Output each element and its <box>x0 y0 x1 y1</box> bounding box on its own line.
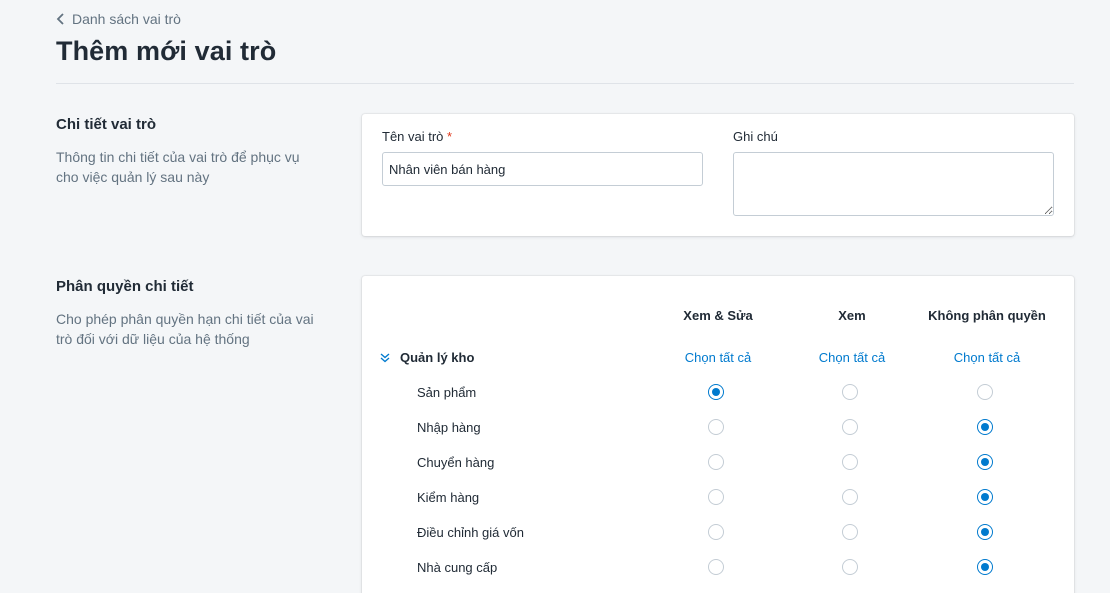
breadcrumb-back-link[interactable]: Danh sách vai trò <box>72 11 181 27</box>
radio-view[interactable] <box>842 559 858 575</box>
radio-view[interactable] <box>842 419 858 435</box>
column-header-no-permission: Không phân quyền <box>928 308 1046 323</box>
group-row-inventory[interactable]: Quản lý kho <box>380 350 474 365</box>
select-all-view-edit[interactable]: Chọn tất cả <box>648 350 788 365</box>
radio-no-permission[interactable] <box>977 524 993 540</box>
radio-view-edit[interactable] <box>708 524 724 540</box>
radio-view-edit[interactable] <box>708 454 724 470</box>
radio-no-permission[interactable] <box>977 419 993 435</box>
permissions-card: Xem & Sửa Xem Không phân quyền Quản lý k… <box>362 276 1074 593</box>
radio-view-edit[interactable] <box>708 559 724 575</box>
double-chevron-down-icon[interactable] <box>380 352 390 363</box>
details-section-title: Chi tiết vai trò <box>56 116 157 133</box>
details-section-description: Thông tin chi tiết của vai trò để phục v… <box>56 149 300 185</box>
radio-view-edit[interactable] <box>708 384 724 400</box>
page-title: Thêm mới vai trò <box>56 36 277 66</box>
breadcrumb[interactable]: Danh sách vai trò <box>56 11 181 27</box>
radio-view[interactable] <box>842 384 858 400</box>
radio-no-permission[interactable] <box>977 384 993 400</box>
permission-row-label: Kiểm hàng <box>417 490 480 505</box>
permission-row-label: Chuyển hàng <box>417 455 495 470</box>
permissions-section-title: Phân quyền chi tiết <box>56 278 194 295</box>
role-name-label-text: Tên vai trò <box>382 129 444 144</box>
permission-row-label: Sản phẩm <box>417 385 477 400</box>
radio-view-edit[interactable] <box>708 489 724 505</box>
permission-row-label: Điều chỉnh giá vốn <box>417 525 524 540</box>
role-name-label: Tên vai trò * <box>382 129 452 144</box>
column-header-view: Xem <box>838 308 866 323</box>
radio-no-permission[interactable] <box>977 559 993 575</box>
select-all-no-permission[interactable]: Chọn tất cả <box>917 350 1057 365</box>
radio-view[interactable] <box>842 524 858 540</box>
radio-no-permission[interactable] <box>977 489 993 505</box>
details-card: Tên vai trò * Ghi chú <box>362 114 1074 236</box>
column-header-view-edit: Xem & Sửa <box>683 308 753 323</box>
divider <box>56 83 1074 84</box>
group-label: Quản lý kho <box>400 350 475 365</box>
note-textarea[interactable] <box>733 152 1054 216</box>
permission-row-label: Nhập hàng <box>417 420 481 435</box>
radio-view[interactable] <box>842 489 858 505</box>
note-label: Ghi chú <box>733 129 778 144</box>
radio-no-permission[interactable] <box>977 454 993 470</box>
role-name-input[interactable] <box>382 152 703 186</box>
permissions-section-description: Cho phép phân quyền hạn chi tiết của vai… <box>56 311 314 347</box>
required-mark: * <box>447 129 453 144</box>
select-all-view[interactable]: Chọn tất cả <box>782 350 922 365</box>
permission-row-label: Nhà cung cấp <box>417 560 498 575</box>
radio-view[interactable] <box>842 454 858 470</box>
chevron-left-icon <box>56 13 64 25</box>
radio-view-edit[interactable] <box>708 419 724 435</box>
